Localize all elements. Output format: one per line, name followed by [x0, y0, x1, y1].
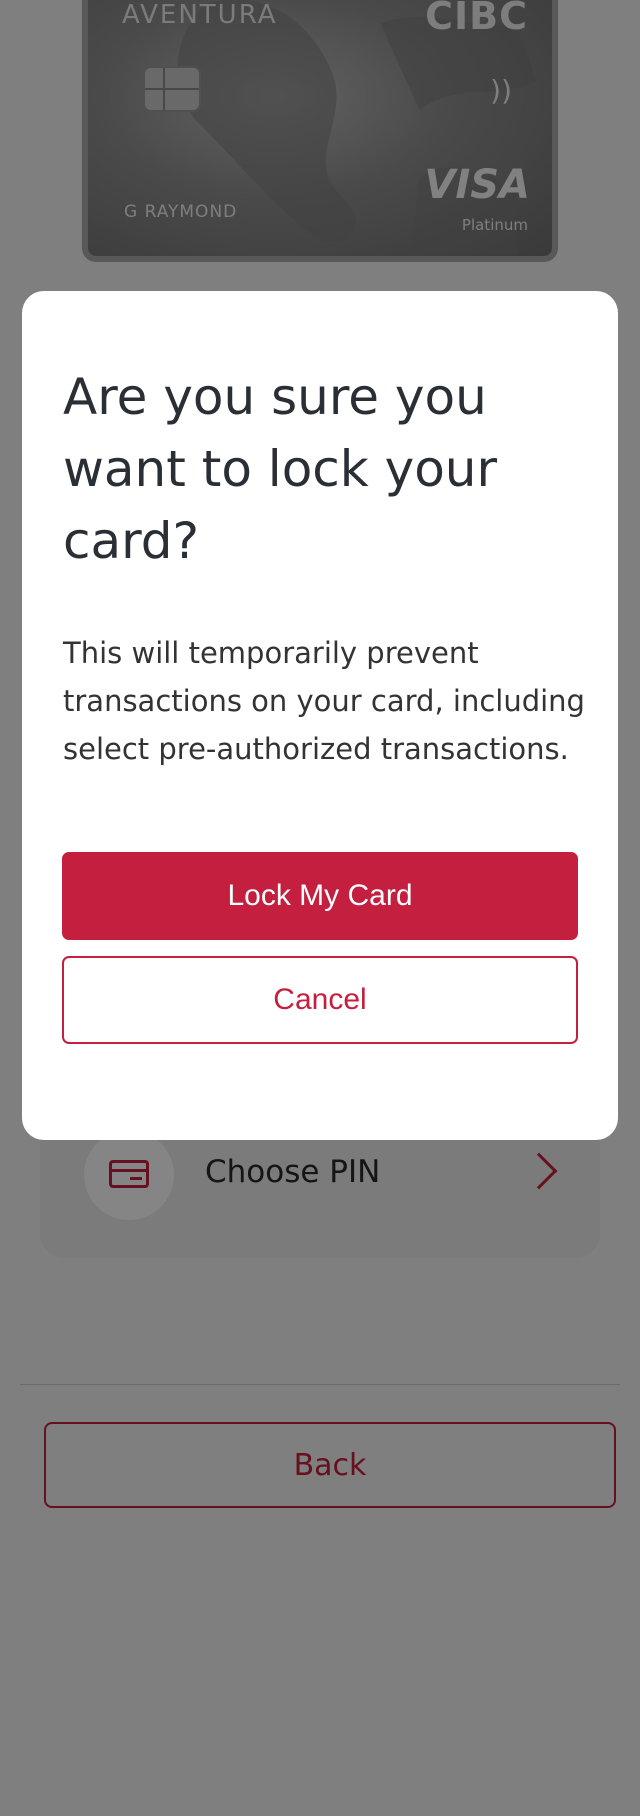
lock-card-dialog: Are you sure you want to lock your card?…: [22, 291, 618, 1140]
dialog-message: This will temporarily prevent transactio…: [63, 636, 585, 766]
lock-my-card-button[interactable]: Lock My Card: [62, 852, 578, 940]
dialog-title: Are you sure you want to lock your card?: [63, 368, 498, 570]
cancel-button[interactable]: Cancel: [62, 956, 578, 1044]
